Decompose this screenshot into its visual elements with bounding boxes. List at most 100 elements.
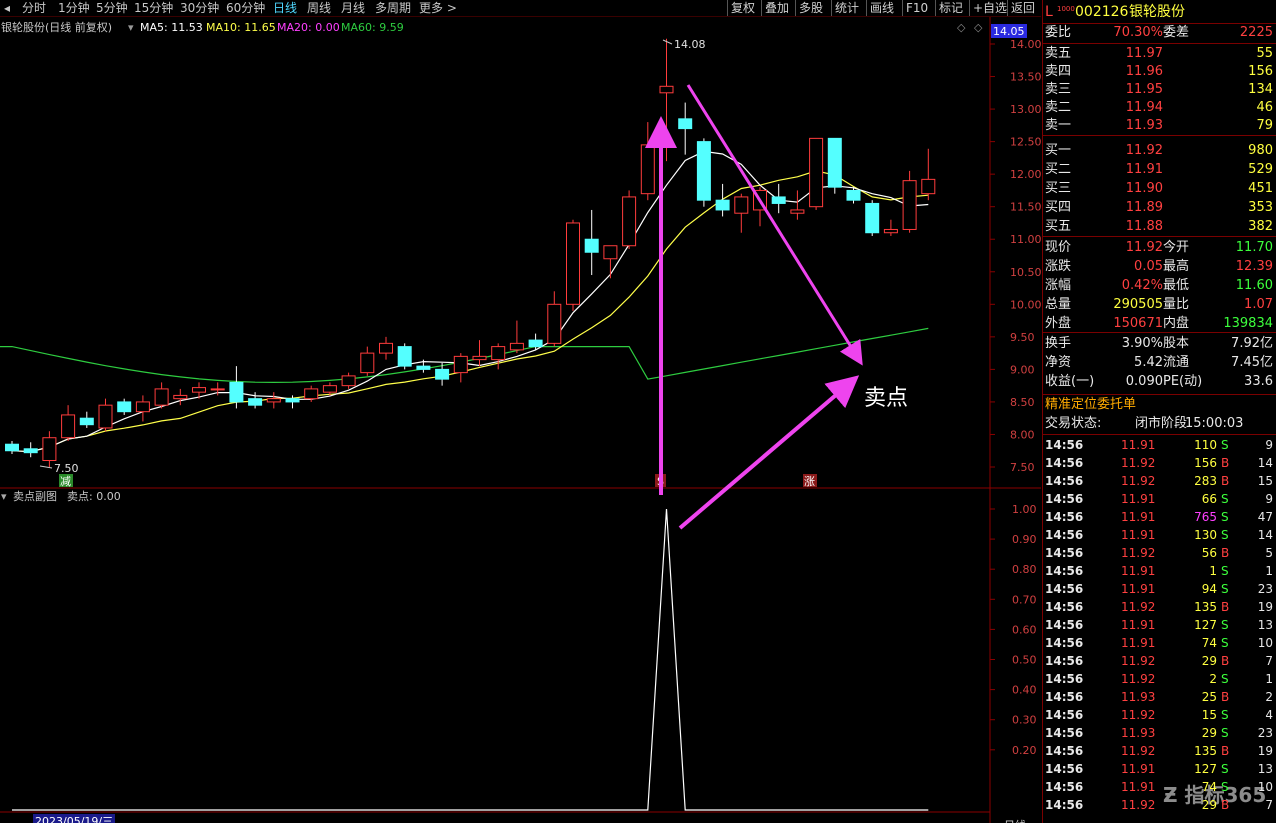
tick-time: 14:56 bbox=[1045, 492, 1084, 506]
period-tab-daily[interactable]: 日线 bbox=[273, 0, 297, 16]
candle-body bbox=[285, 398, 300, 403]
period-tab-multi[interactable]: 多周期 bbox=[375, 0, 411, 16]
multi-stock-button[interactable]: 多股 bbox=[795, 0, 826, 16]
fundamental-label: 收益(一) bbox=[1045, 374, 1095, 389]
tick-count: 10 bbox=[1257, 780, 1273, 794]
ask-row: 卖一 11.93 79 bbox=[1045, 117, 1275, 135]
tick-price: 11.91 bbox=[1121, 492, 1156, 506]
period-tab-monthly[interactable]: 月线 bbox=[341, 0, 365, 16]
settings-diamond-icon[interactable]: ◇ bbox=[957, 21, 966, 34]
tick-price: 11.91 bbox=[1121, 780, 1156, 794]
candle-body bbox=[266, 398, 281, 403]
candle-body bbox=[491, 346, 506, 361]
period-tab-15min[interactable]: 15分钟 bbox=[134, 0, 173, 16]
tick-volume: 29 bbox=[1201, 654, 1217, 668]
period-tab-weekly[interactable]: 周线 bbox=[307, 0, 331, 16]
add-favorite-button[interactable]: +自选 bbox=[969, 0, 1010, 16]
stock-prefix: L bbox=[1045, 4, 1053, 20]
tick-side: S bbox=[1221, 582, 1229, 596]
bid-volume: 529 bbox=[1248, 162, 1273, 177]
quote-label: 最低 bbox=[1163, 278, 1190, 293]
ratio-label: 委比 bbox=[1045, 25, 1072, 40]
tick-row: 14:56 11.93 29 S 23 bbox=[1045, 724, 1275, 742]
tick-price: 11.92 bbox=[1121, 474, 1156, 488]
overlay-button[interactable]: 叠加 bbox=[761, 0, 792, 16]
period-tab-60min[interactable]: 60分钟 bbox=[226, 0, 265, 16]
candle-body bbox=[640, 144, 655, 195]
candle-body bbox=[23, 448, 38, 454]
candle-body bbox=[416, 365, 431, 370]
tick-price: 11.91 bbox=[1121, 762, 1156, 776]
candle-body bbox=[678, 118, 693, 130]
quote-row: 涨幅 0.42% 最低 11.60 bbox=[1045, 277, 1275, 295]
candle-body bbox=[379, 342, 393, 354]
candle-body bbox=[229, 381, 244, 403]
price-tick-label: 7.50 bbox=[1010, 461, 1035, 474]
candle-series bbox=[5, 38, 936, 467]
divider bbox=[1043, 135, 1276, 136]
precise-order-row[interactable]: 精准定位委托单 bbox=[1045, 396, 1275, 414]
tick-count: 13 bbox=[1257, 618, 1273, 632]
tick-row: 14:56 11.92 29 B 7 bbox=[1045, 796, 1275, 814]
scroll-left-icon[interactable]: ◂ bbox=[4, 0, 10, 16]
ma60-line bbox=[0, 327, 929, 384]
back-button[interactable]: 返回 bbox=[1007, 0, 1038, 16]
mark-button[interactable]: 标记 bbox=[935, 0, 966, 16]
period-tab-30min[interactable]: 30分钟 bbox=[180, 0, 219, 16]
candle-body bbox=[397, 346, 412, 367]
tick-side: S bbox=[1221, 564, 1229, 578]
stock-name: 银轮股份 bbox=[1129, 4, 1185, 20]
draw-line-button[interactable]: 画线 bbox=[866, 0, 897, 16]
tick-row: 14:56 11.92 29 B 7 bbox=[1045, 652, 1275, 670]
sub-chart-title: 卖点副图 bbox=[13, 490, 57, 503]
fundamental-value: 33.6 bbox=[1244, 374, 1273, 389]
kline-chart[interactable]: 银轮股份(日线 前复权) ▾ MA5: 11.53 MA10: 11.65 MA… bbox=[0, 17, 1041, 823]
sub-collapse-icon[interactable]: ▾ bbox=[1, 490, 7, 503]
ask-row: 卖四 11.96 156 bbox=[1045, 63, 1275, 81]
candle-body bbox=[192, 387, 206, 393]
price-tick-label: 12.00 bbox=[1010, 168, 1041, 181]
bid-row: 买三 11.90 451 bbox=[1045, 180, 1275, 198]
expand-icon[interactable]: ◇ bbox=[974, 21, 983, 34]
ask-price: 11.97 bbox=[1125, 46, 1163, 61]
fundamental-value: 5.42 bbox=[1134, 355, 1163, 370]
fuquan-button[interactable]: 复权 bbox=[727, 0, 758, 16]
ask-label: 卖二 bbox=[1045, 100, 1072, 115]
candle-body bbox=[42, 437, 57, 461]
period-tab-fenshi[interactable]: 分时 bbox=[22, 0, 46, 16]
tick-price: 11.92 bbox=[1121, 798, 1156, 812]
tick-price: 11.93 bbox=[1121, 726, 1156, 740]
tick-side: S bbox=[1221, 762, 1229, 776]
ma10-label: MA10: 11.65 bbox=[206, 21, 276, 34]
ask-price: 11.95 bbox=[1125, 82, 1163, 97]
tick-time: 14:56 bbox=[1045, 672, 1084, 686]
down-right-arrow bbox=[686, 84, 863, 366]
tick-time: 14:56 bbox=[1045, 708, 1084, 722]
ask-label: 卖一 bbox=[1045, 118, 1072, 133]
sub-tick-label: 0.50 bbox=[1012, 654, 1037, 667]
tick-time: 14:56 bbox=[1045, 582, 1084, 596]
fundamental-row: 换手 3.90% 股本 7.92亿 bbox=[1045, 335, 1275, 353]
period-tab-more[interactable]: 更多 > bbox=[419, 0, 457, 16]
sub-tick-label: 0.80 bbox=[1012, 563, 1037, 576]
precise-order-link[interactable]: 精准定位委托单 bbox=[1045, 396, 1136, 414]
period-tab-5min[interactable]: 5分钟 bbox=[96, 0, 128, 16]
period-tab-1min[interactable]: 1分钟 bbox=[58, 0, 90, 16]
tick-count: 14 bbox=[1257, 528, 1273, 542]
tick-time: 14:56 bbox=[1045, 510, 1084, 524]
tick-price: 11.93 bbox=[1121, 690, 1156, 704]
tick-side: S bbox=[1221, 672, 1229, 686]
tick-volume: 94 bbox=[1201, 582, 1217, 596]
candle-body bbox=[528, 339, 543, 348]
tick-time: 14:56 bbox=[1045, 744, 1084, 758]
f10-button[interactable]: F10 bbox=[902, 0, 931, 16]
candle-body bbox=[566, 222, 580, 305]
tick-volume: 2 bbox=[1209, 672, 1217, 686]
tick-row: 14:56 11.93 25 B 2 bbox=[1045, 688, 1275, 706]
collapse-icon[interactable]: ▾ bbox=[128, 21, 134, 34]
tick-count: 15 bbox=[1257, 474, 1273, 488]
tick-price: 11.91 bbox=[1121, 636, 1156, 650]
tick-volume: 127 bbox=[1194, 762, 1217, 776]
candle-body bbox=[135, 401, 150, 413]
statistics-button[interactable]: 统计 bbox=[831, 0, 862, 16]
